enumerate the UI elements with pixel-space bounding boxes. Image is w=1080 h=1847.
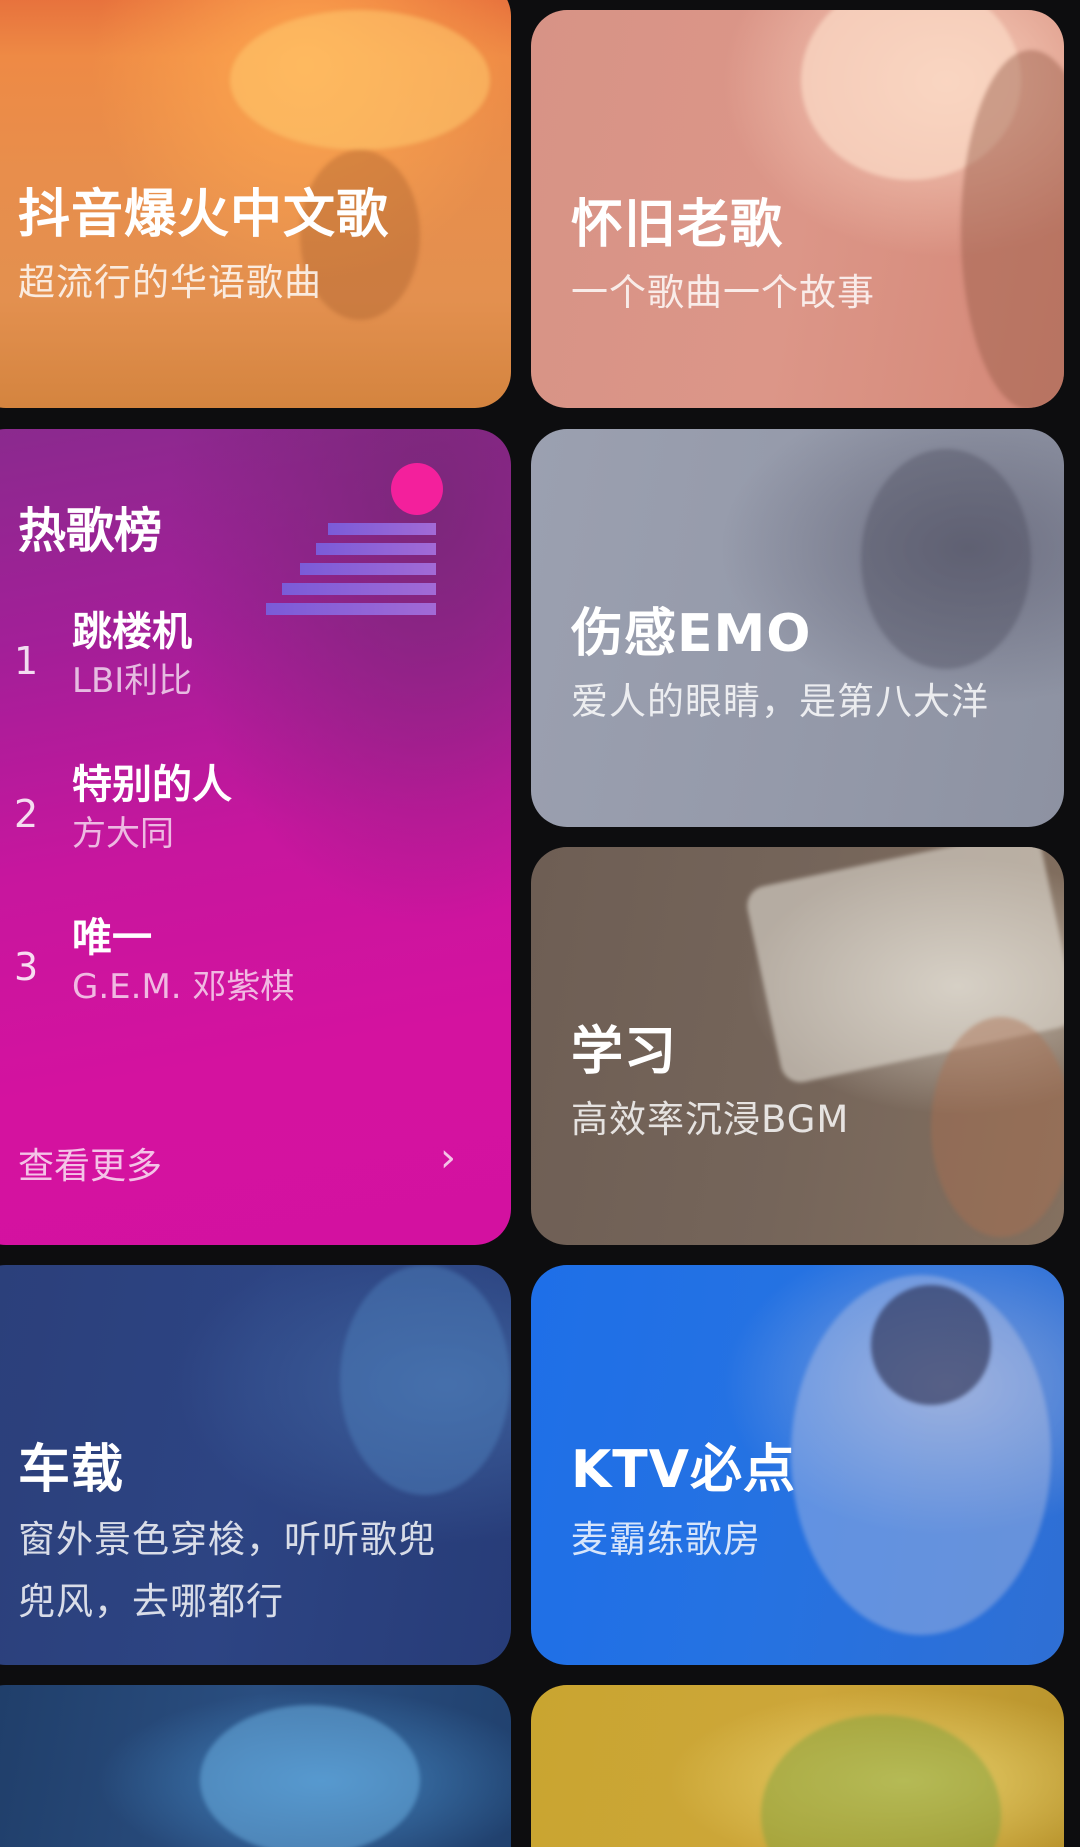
playlist-grid: 抖音爆火中文歌 超流行的华语歌曲 怀旧老歌 一个歌曲一个故事 热歌榜 1 跳楼机…: [0, 0, 1080, 1847]
chart-item[interactable]: 1 跳楼机 LBI利比: [14, 599, 474, 729]
card-subtitle: 麦霸练歌房: [571, 1518, 761, 1561]
card-title: 车载: [18, 1440, 125, 1500]
card-subtitle: 兜风，去哪都行: [18, 1580, 284, 1623]
see-more-link[interactable]: 查看更多: [18, 1137, 162, 1189]
card-title: KTV必点: [571, 1440, 797, 1500]
chart-item[interactable]: 2 特别的人 方大同: [14, 752, 474, 882]
chart-song-title: 唯一: [72, 915, 152, 961]
hot-chart-card[interactable]: 热歌榜 1 跳楼机 LBI利比 2 特别的人 方大同 3 唯一 G.E.M. 邓…: [0, 429, 511, 1245]
chart-song-title: 特别的人: [72, 762, 232, 808]
stairs-illustration: [282, 583, 436, 595]
playlist-card-car[interactable]: 车载 窗外景色穿梭，听听歌兜 兜风，去哪都行: [0, 1265, 511, 1665]
hot-chart-title: 热歌榜: [18, 503, 163, 559]
playlist-card-nostalgia[interactable]: 怀旧老歌 一个歌曲一个故事: [531, 10, 1064, 408]
card-subtitle: 爱人的眼睛，是第八大洋: [571, 680, 989, 723]
playlist-card-partial-left[interactable]: [0, 1685, 511, 1847]
playlist-card-ktv[interactable]: KTV必点 麦霸练歌房: [531, 1265, 1064, 1665]
card-subtitle: 超流行的华语歌曲: [18, 261, 322, 304]
card-title: 抖音爆火中文歌: [18, 185, 390, 245]
card-subtitle: 一个歌曲一个故事: [571, 271, 875, 314]
stairs-illustration: [316, 543, 436, 555]
chart-artist: G.E.M. 邓紫棋: [72, 967, 295, 1007]
card-subtitle: 窗外景色穿梭，听听歌兜: [18, 1518, 436, 1561]
playlist-card-partial-right[interactable]: [531, 1685, 1064, 1847]
chart-artist: LBI利比: [72, 661, 193, 701]
cover-art-face-profile: [200, 1705, 420, 1847]
playlist-card-douyin[interactable]: 抖音爆火中文歌 超流行的华语歌曲: [0, 0, 511, 408]
stairs-illustration: [300, 563, 436, 575]
chart-rank: 3: [14, 945, 39, 989]
cover-art-sun-glow: [230, 10, 490, 150]
playlist-card-emo[interactable]: 伤感EMO 爱人的眼睛，是第八大洋: [531, 429, 1064, 827]
card-title: 学习: [571, 1022, 678, 1082]
playlist-card-study[interactable]: 学习 高效率沉浸BGM: [531, 847, 1064, 1245]
cover-art-hand: [931, 1017, 1064, 1237]
cover-art-figure: [761, 1715, 1001, 1847]
chart-rank: 2: [14, 792, 39, 836]
chart-song-title: 跳楼机: [72, 609, 192, 655]
chart-rank: 1: [14, 639, 39, 683]
card-subtitle: 高效率沉浸BGM: [571, 1098, 850, 1141]
cover-art-hair: [871, 1285, 991, 1405]
cover-art-portrait: [861, 449, 1031, 669]
chart-artist: 方大同: [72, 814, 174, 854]
card-title: 伤感EMO: [571, 604, 812, 664]
chevron-right-icon: ›: [440, 1135, 456, 1181]
sun-illustration: [391, 463, 443, 515]
cover-art-forest: [340, 1265, 510, 1495]
card-title: 怀旧老歌: [571, 195, 784, 255]
chart-item[interactable]: 3 唯一 G.E.M. 邓紫棋: [14, 905, 474, 1035]
stairs-illustration: [328, 523, 436, 535]
